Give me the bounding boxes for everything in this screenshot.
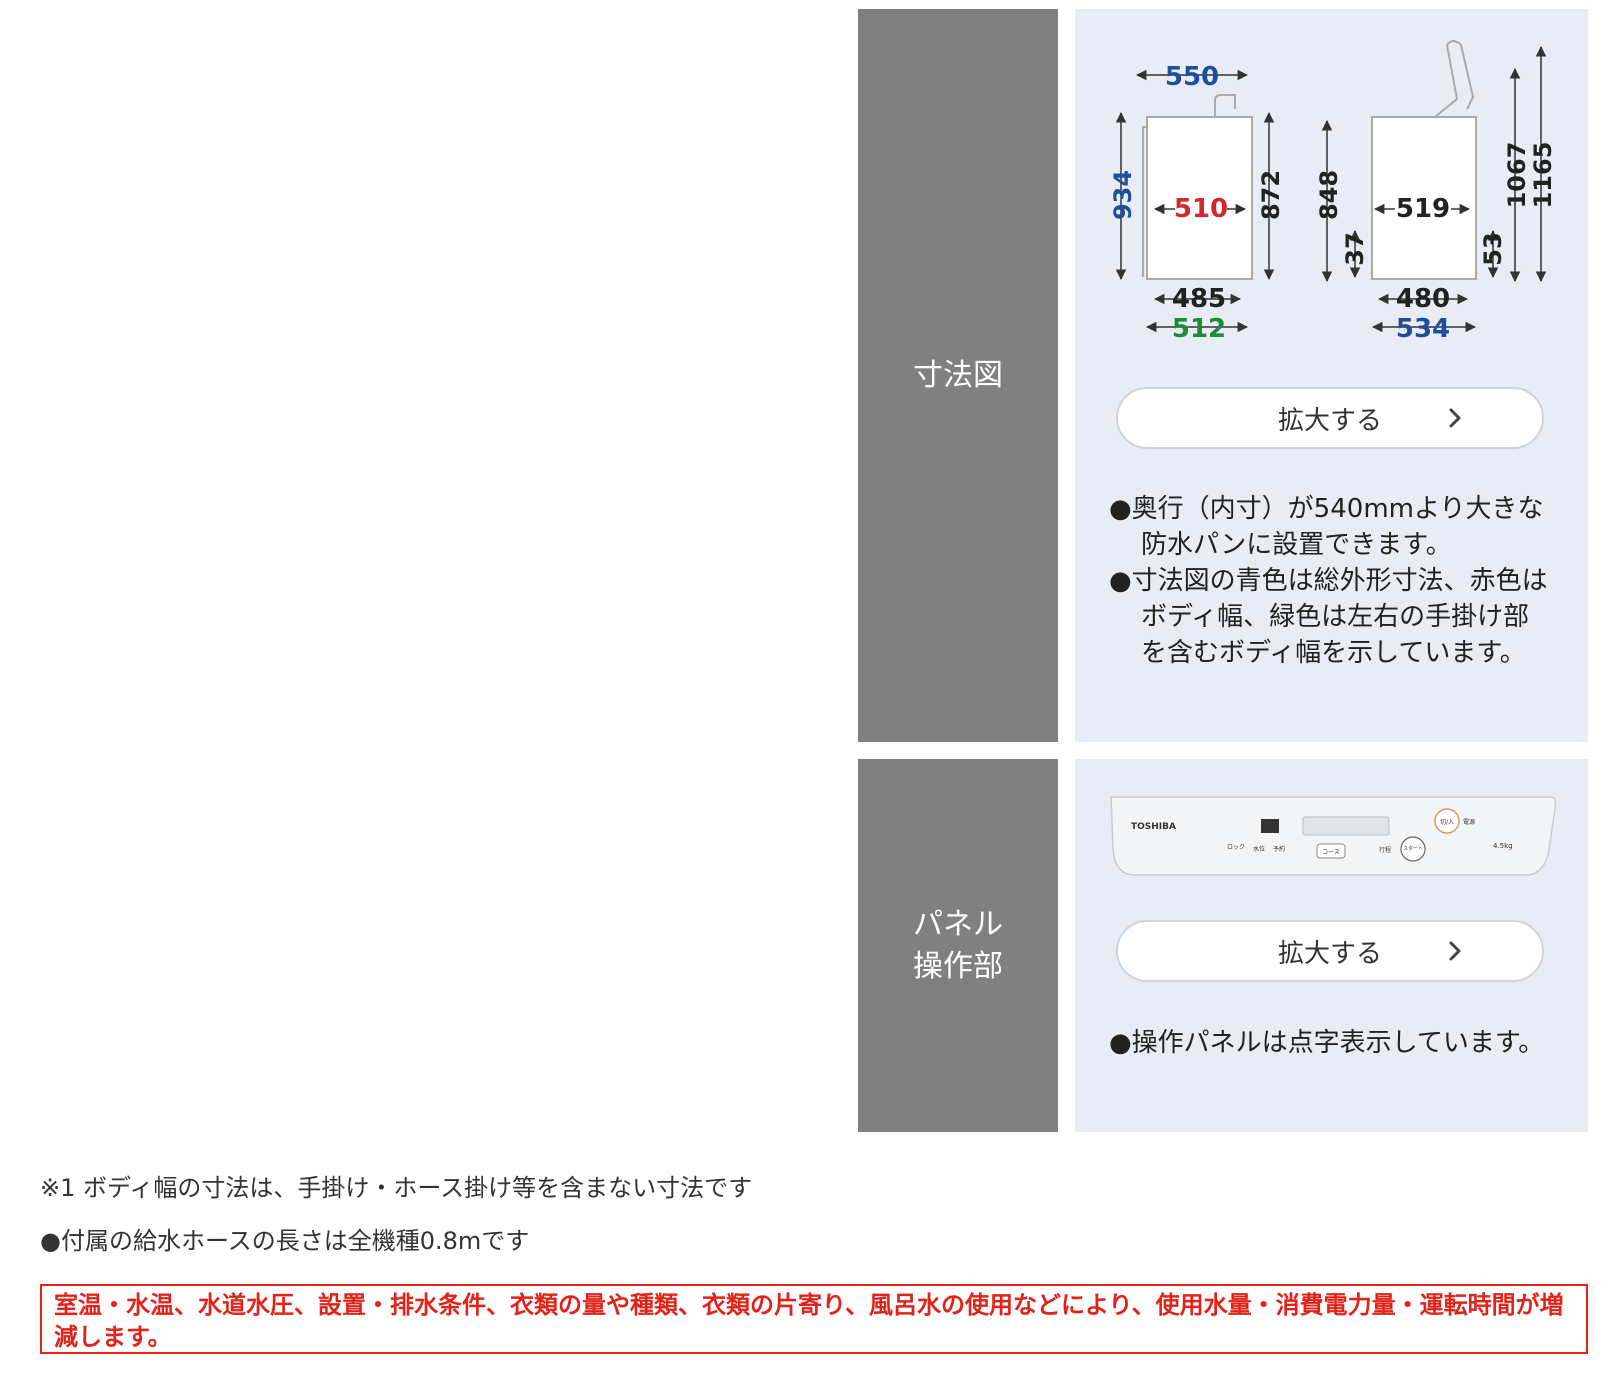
side-base-depth: 480 <box>1396 284 1450 314</box>
start-button: スタート <box>1403 845 1423 852</box>
front-handle-width: 512 <box>1172 314 1226 344</box>
process-button: 行程 <box>1379 846 1391 854</box>
enlarge-panel-button[interactable]: 拡大する <box>1116 920 1544 982</box>
panel-content: TOSHIBA 切/入 電源 ロック 水位 予約 コース 行程 スタート 4.5… <box>1075 759 1588 1132</box>
dimensions-label-text: 寸法図 <box>913 357 1003 393</box>
side-foot-back: 53 <box>1479 232 1507 265</box>
panel-label-line-1: パネル <box>913 906 1003 942</box>
power-label: 電源 <box>1463 818 1475 826</box>
course-button: コース <box>1322 849 1340 856</box>
footnote-body-width: ※1 ボディ幅の寸法は、手掛け・ホース掛け等を含まない寸法です <box>40 1174 753 1202</box>
panel-label: パネル 操作部 <box>858 759 1058 1132</box>
front-total-width: 550 <box>1165 62 1219 92</box>
dimensions-content: 550 934 510 872 485 512 848 37 519 53 10… <box>1075 9 1588 742</box>
front-body-height: 872 <box>1257 170 1285 220</box>
side-body-height: 848 <box>1315 170 1343 220</box>
side-view-outline <box>1371 40 1477 280</box>
water-level-button: 水位 <box>1253 845 1265 853</box>
brand-logo: TOSHIBA <box>1131 822 1176 832</box>
child-lock-button: ロック <box>1227 844 1245 851</box>
front-view-outline <box>1142 94 1253 280</box>
enlarge-panel-label: 拡大する <box>1277 938 1382 969</box>
power-button-label: 切/入 <box>1440 819 1454 826</box>
warning-notice: 室温・水温、水道水圧、設置・排水条件、衣類の量や種類、衣類の片寄り、風呂水の使用… <box>40 1284 1588 1354</box>
side-lid-open-height: 1165 <box>1529 142 1557 209</box>
front-total-height: 934 <box>1109 170 1137 220</box>
panel-notes: ●操作パネルは点字表示しています。 <box>1109 1025 1549 1061</box>
dimensions-label: 寸法図 <box>858 9 1058 742</box>
panel-note-1: ●操作パネルは点字表示しています。 <box>1109 1028 1545 1058</box>
dimension-diagram: 550 934 510 872 485 512 848 37 519 53 10… <box>1109 40 1557 344</box>
side-foot-front: 37 <box>1341 232 1369 265</box>
control-panel-image: TOSHIBA 切/入 電源 ロック 水位 予約 コース 行程 スタート 4.5… <box>1110 796 1557 876</box>
front-base-width: 485 <box>1172 284 1226 314</box>
enlarge-dimensions-button[interactable]: 拡大する <box>1116 387 1544 449</box>
enlarge-dimensions-label: 拡大する <box>1277 405 1382 436</box>
chevron-right-icon <box>1449 941 1461 961</box>
chevron-right-icon <box>1449 408 1461 428</box>
dimensions-note-2: ●寸法図の青色は総外形寸法、赤色はボディ幅、緑色は左右の手掛け部を含むボディ幅を… <box>1109 566 1548 668</box>
dimensions-note-1: ●奥行（内寸）が540mmより大きな防水パンに設置できます。 <box>1109 494 1544 560</box>
dimensions-notes: ●奥行（内寸）が540mmより大きな防水パンに設置できます。 ●寸法図の青色は総… <box>1109 491 1549 671</box>
panel-label-line-2: 操作部 <box>913 948 1003 984</box>
side-lid-height: 1067 <box>1503 142 1531 209</box>
reserve-button: 予約 <box>1273 845 1285 853</box>
front-body-width: 510 <box>1174 194 1228 224</box>
capacity-label: 4.5kg <box>1493 842 1513 850</box>
side-total-depth: 534 <box>1396 314 1450 344</box>
footnote-hose-length: ●付属の給水ホースの長さは全機種0.8mです <box>40 1227 530 1255</box>
side-body-depth: 519 <box>1396 194 1450 224</box>
